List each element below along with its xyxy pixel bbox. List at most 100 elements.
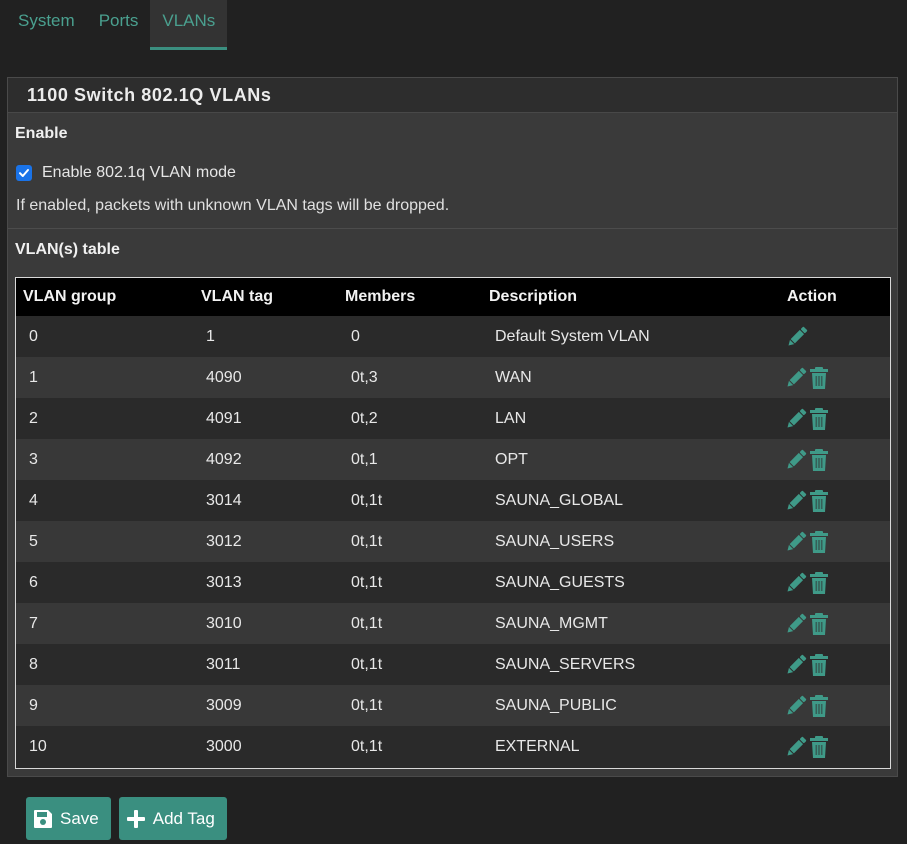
description-cell: SAUNA_GLOBAL (495, 491, 624, 509)
members-cell: 0t,1t (351, 573, 383, 591)
vlan-mode-row: Enable 802.1q VLAN mode (16, 164, 236, 182)
pencil-icon[interactable] (783, 529, 809, 555)
panel-title: 1100 Switch 802.1Q VLANs (8, 78, 897, 113)
vlan-tag-cell: 3013 (206, 573, 242, 591)
table-row: 5 3012 0t,1t SAUNA_USERS (16, 521, 890, 562)
vlan-group-cell: 5 (29, 532, 38, 550)
table-row: 7 3010 0t,1t SAUNA_MGMT (16, 603, 890, 644)
vlan-group-cell: 3 (29, 450, 38, 468)
trash-icon[interactable] (809, 366, 829, 390)
description-cell: WAN (495, 368, 532, 386)
pencil-icon[interactable] (783, 734, 809, 760)
vlan-tag-cell: 3009 (206, 696, 242, 714)
tab-vlans[interactable]: VLANs (150, 0, 228, 50)
vlan-group-cell: 0 (29, 327, 38, 345)
trash-icon[interactable] (809, 489, 829, 513)
description-cell: LAN (495, 409, 527, 427)
members-cell: 0t,1t (351, 614, 383, 632)
vlan-group-cell: 9 (29, 696, 38, 714)
action-cell (780, 685, 890, 726)
description-cell: Default System VLAN (495, 327, 650, 345)
vlan-mode-label[interactable]: Enable 802.1q VLAN mode (42, 164, 236, 182)
pencil-icon[interactable] (783, 611, 809, 637)
members-cell: 0t,1t (351, 491, 383, 509)
pencil-icon[interactable] (783, 693, 809, 719)
vlan-mode-checkbox[interactable] (16, 165, 32, 181)
action-cell (780, 603, 890, 644)
floppy-disk-icon (32, 808, 54, 830)
tab-ports[interactable]: Ports (87, 0, 151, 50)
action-cell (780, 480, 890, 521)
members-cell: 0t,1t (351, 696, 383, 714)
description-cell: SAUNA_MGMT (495, 614, 608, 632)
pencil-icon[interactable] (783, 447, 809, 473)
members-cell: 0t,1t (351, 532, 383, 550)
description-cell: OPT (495, 450, 528, 468)
pencil-icon[interactable] (783, 365, 809, 391)
table-row: 8 3011 0t,1t SAUNA_SERVERS (16, 644, 890, 685)
vlan-group-cell: 6 (29, 573, 38, 591)
pencil-icon[interactable] (783, 570, 809, 596)
trash-icon[interactable] (809, 653, 829, 677)
vlan-tag-cell: 3012 (206, 532, 242, 550)
tab-system[interactable]: System (6, 0, 87, 50)
vlan-tag-cell: 4092 (206, 450, 242, 468)
vlan-table-title: VLAN(s) table (15, 241, 120, 258)
add-tag-button[interactable]: Add Tag (118, 797, 227, 840)
table-row: 10 3000 0t,1t EXTERNAL (16, 726, 890, 767)
table-row: 0 1 0 Default System VLAN (16, 316, 890, 357)
col-vlan-tag: VLAN tag (201, 288, 273, 305)
save-label: Save (60, 808, 99, 828)
table-row: 1 4090 0t,3 WAN (16, 357, 890, 398)
action-cell (780, 316, 890, 357)
save-button[interactable]: Save (26, 797, 111, 840)
vlan-tag-cell: 3014 (206, 491, 242, 509)
trash-icon[interactable] (809, 571, 829, 595)
vlan-group-cell: 7 (29, 614, 38, 632)
action-cell (780, 521, 890, 562)
enable-section-title: Enable (15, 125, 68, 142)
trash-icon[interactable] (809, 448, 829, 472)
section-divider (8, 228, 897, 229)
table-row: 4 3014 0t,1t SAUNA_GLOBAL (16, 480, 890, 521)
members-cell: 0 (351, 327, 360, 345)
col-members: Members (345, 288, 416, 305)
members-cell: 0t,3 (351, 368, 378, 386)
checkmark-icon (19, 169, 29, 177)
vlan-group-cell: 2 (29, 409, 38, 427)
tab-bar: System Ports VLANs (6, 0, 228, 52)
description-cell: EXTERNAL (495, 737, 580, 755)
table-row: 6 3013 0t,1t SAUNA_GUESTS (16, 562, 890, 603)
vlan-group-cell: 8 (29, 655, 38, 673)
trash-icon[interactable] (809, 694, 829, 718)
vlan-mode-help: If enabled, packets with unknown VLAN ta… (16, 197, 450, 214)
description-cell: SAUNA_USERS (495, 532, 615, 550)
pencil-icon[interactable] (783, 406, 809, 432)
action-cell (780, 726, 890, 767)
pencil-icon[interactable] (783, 488, 809, 514)
pencil-icon[interactable] (783, 652, 809, 678)
vlan-panel: 1100 Switch 802.1Q VLANs Enable Enable 8… (7, 77, 898, 777)
vlan-table: VLAN group VLAN tag Members Description … (15, 277, 891, 769)
vlan-tag-cell: 1 (206, 327, 215, 345)
trash-icon[interactable] (809, 530, 829, 554)
description-cell: SAUNA_PUBLIC (495, 696, 617, 714)
members-cell: 0t,1t (351, 737, 383, 755)
action-cell (780, 644, 890, 685)
col-action: Action (787, 288, 837, 305)
trash-icon[interactable] (809, 407, 829, 431)
pencil-icon[interactable] (784, 324, 810, 350)
table-header-row: VLAN group VLAN tag Members Description … (16, 278, 890, 316)
col-vlan-group: VLAN group (23, 288, 117, 305)
col-description: Description (489, 288, 578, 305)
table-row: 3 4092 0t,1 OPT (16, 439, 890, 480)
trash-icon[interactable] (809, 612, 829, 636)
members-cell: 0t,2 (351, 409, 378, 427)
vlan-group-cell: 4 (29, 491, 38, 509)
vlan-group-cell: 10 (29, 737, 47, 755)
members-cell: 0t,1 (351, 450, 378, 468)
vlan-tag-cell: 4091 (206, 409, 242, 427)
trash-icon[interactable] (809, 735, 829, 759)
vlan-tag-cell: 3011 (206, 655, 241, 673)
vlan-tag-cell: 3000 (206, 737, 242, 755)
